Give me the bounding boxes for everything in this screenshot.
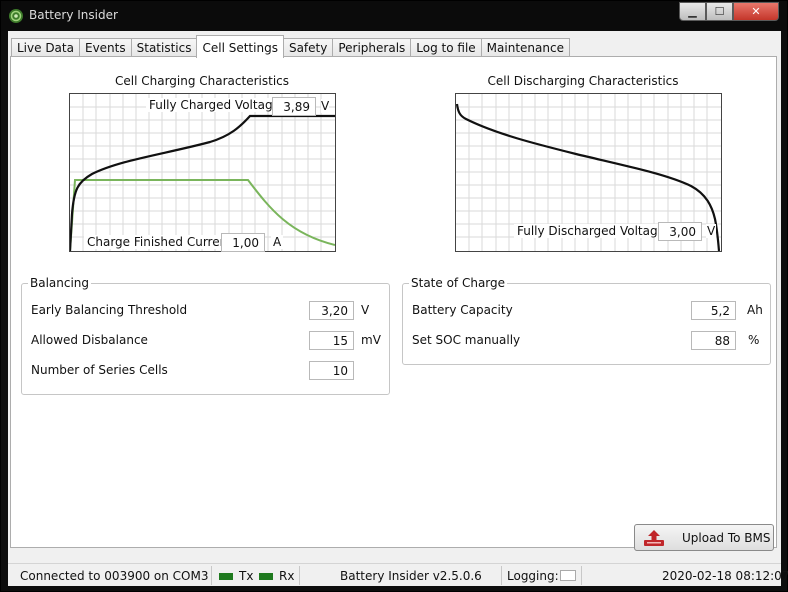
tab-safety[interactable]: Safety [282, 38, 334, 58]
set-soc-manually-input[interactable]: 88 [691, 331, 736, 350]
charging-chart-title: Cell Charging Characteristics [114, 74, 289, 88]
status-separator [501, 566, 502, 585]
tab-live-data[interactable]: Live Data [11, 38, 80, 58]
window-controls: ▁ ☐ ✕ [679, 2, 779, 22]
early-balancing-threshold-input[interactable]: 3,20 [309, 301, 354, 320]
early-balancing-threshold-label: Early Balancing Threshold [31, 303, 188, 317]
charging-chart: Fully Charged Voltage 3,89 V Charge Fini… [69, 93, 336, 252]
tab-strip: Live Data Events Statistics Cell Setting… [11, 35, 570, 58]
charging-chart-svg [70, 94, 335, 251]
tab-peripherals[interactable]: Peripherals [332, 38, 412, 58]
fully-discharged-voltage-label: Fully Discharged Voltage [514, 224, 668, 238]
app-window: Battery Insider ▁ ☐ ✕ Live Data Events S… [0, 0, 788, 592]
allowed-disbalance-input[interactable]: 15 [309, 331, 354, 350]
connection-status: Connected to 003900 on COM3 [20, 569, 209, 583]
close-button[interactable]: ✕ [733, 2, 779, 21]
cell-settings-page: Cell Charging Characteristics Fully Char… [10, 56, 777, 551]
client-area: Live Data Events Statistics Cell Setting… [8, 31, 788, 586]
logging-indicator [560, 570, 576, 581]
battery-capacity-unit: Ah [747, 303, 763, 317]
state-of-charge-group: State of Charge Battery Capacity 5,2 Ah … [402, 276, 771, 365]
state-of-charge-legend: State of Charge [409, 276, 508, 290]
tx-label: Tx [239, 569, 254, 583]
status-separator [211, 566, 212, 585]
allowed-disbalance-label: Allowed Disbalance [31, 333, 148, 347]
allowed-disbalance-unit: mV [361, 333, 381, 347]
charge-finished-current-unit: A [271, 235, 284, 249]
logging-label: Logging: [507, 569, 559, 583]
discharging-chart: Fully Discharged Voltage 3,00 V [455, 93, 722, 252]
tx-led-icon [219, 573, 233, 580]
set-soc-manually-label: Set SOC manually [412, 333, 521, 347]
number-of-series-cells-input[interactable]: 10 [309, 361, 354, 380]
upload-icon [644, 529, 664, 546]
charge-finished-current-label: Charge Finished Current [84, 235, 235, 249]
rx-led-icon [259, 573, 273, 580]
upload-to-bms-label: Upload To BMS [682, 530, 771, 545]
number-of-series-cells-label: Number of Series Cells [31, 363, 168, 377]
window-title: Battery Insider [29, 8, 118, 22]
fully-charged-voltage-unit: V [321, 99, 330, 113]
minimize-button[interactable]: ▁ [679, 2, 706, 21]
balancing-legend: Balancing [28, 276, 92, 290]
battery-capacity-label: Battery Capacity [412, 303, 513, 317]
tab-statistics[interactable]: Statistics [130, 38, 198, 58]
app-version: Battery Insider v2.5.0.6 [340, 569, 482, 583]
set-soc-manually-unit: % [748, 333, 760, 347]
status-separator [299, 566, 300, 585]
rx-label: Rx [279, 569, 295, 583]
discharging-chart-title: Cell Discharging Characteristics [487, 74, 679, 88]
battery-capacity-input[interactable]: 5,2 [691, 301, 736, 320]
upload-to-bms-button[interactable]: Upload To BMS [634, 524, 774, 551]
fully-discharged-voltage-input[interactable]: 3,00 [658, 222, 702, 241]
status-separator [581, 566, 582, 585]
balancing-group: Balancing Early Balancing Threshold 3,20… [21, 276, 390, 395]
fully-charged-voltage-input[interactable]: 3,89 [272, 97, 316, 116]
tab-cell-settings[interactable]: Cell Settings [196, 35, 284, 58]
fully-charged-voltage-label: Fully Charged Voltage [146, 98, 283, 112]
status-bar: Connected to 003900 on COM3 Tx Rx Batter… [8, 563, 788, 586]
maximize-button[interactable]: ☐ [706, 2, 733, 21]
tab-maintenance[interactable]: Maintenance [480, 38, 570, 58]
battery-insider-logo-icon [9, 9, 23, 23]
fully-discharged-voltage-unit: V [706, 224, 717, 238]
early-balancing-threshold-unit: V [361, 303, 370, 317]
status-datetime: 2020-02-18 08:12:07 [662, 569, 788, 583]
title-bar[interactable]: Battery Insider ▁ ☐ ✕ [1, 1, 787, 31]
tab-events[interactable]: Events [78, 38, 132, 58]
tab-log-to-file[interactable]: Log to file [410, 38, 482, 58]
charge-finished-current-input[interactable]: 1,00 [221, 233, 265, 252]
